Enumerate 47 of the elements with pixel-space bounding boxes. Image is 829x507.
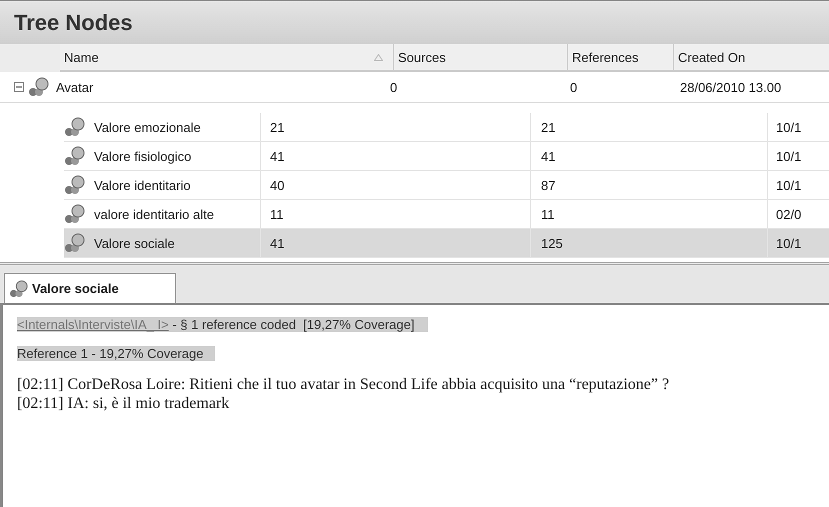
transcript-text: [02:11] IA: si, è il mio trademark bbox=[17, 394, 230, 413]
node-name: Valore identitario bbox=[86, 171, 261, 199]
table-cell: 125 bbox=[531, 229, 768, 257]
node-icon bbox=[28, 77, 50, 97]
sort-icon bbox=[374, 54, 383, 60]
node-icon bbox=[64, 146, 86, 166]
node-name: valore identitario alte bbox=[86, 200, 261, 228]
tree-row[interactable]: Valore emozionale 21 21 10/1 bbox=[64, 113, 829, 142]
table-cell: 21 bbox=[531, 113, 768, 141]
table-cell: 40 bbox=[261, 171, 531, 199]
table-cell-text: 10/1 bbox=[775, 178, 802, 192]
table-cell: 11 bbox=[261, 200, 531, 228]
collapse-icon[interactable] bbox=[14, 82, 24, 92]
table-cell: 41 bbox=[261, 229, 531, 257]
panel-title: Tree Nodes bbox=[14, 10, 133, 36]
table-cell-text: 02/0 bbox=[775, 206, 802, 222]
node-icon bbox=[64, 175, 86, 195]
node-name: Valore fisiologico bbox=[86, 142, 261, 170]
node-name: Valore sociale bbox=[86, 229, 261, 257]
table-cell: 41 bbox=[261, 142, 531, 170]
table-cell-text: 28/06/2010 13.00 bbox=[679, 80, 782, 94]
table-cell-text: 10/1 bbox=[775, 148, 802, 164]
node-icon bbox=[64, 233, 86, 253]
table-cell: 11 bbox=[531, 200, 768, 228]
node-icon bbox=[64, 204, 86, 224]
node-name: Valore emozionale bbox=[86, 113, 261, 141]
node-name[interactable]: Avatar bbox=[50, 80, 386, 94]
selected-row[interactable]: Valore sociale 41 125 10/1 bbox=[64, 229, 829, 258]
coverage-summary: - § 1 reference coded [19,27% Coverage] bbox=[168, 317, 428, 332]
node-icon bbox=[9, 280, 29, 298]
reference-heading: Reference 1 - 19,27% Coverage bbox=[17, 346, 216, 361]
tree-row[interactable]: Valore identitario 40 87 10/1 bbox=[64, 171, 829, 200]
table-cell-text: 10/1 bbox=[775, 236, 802, 250]
table-cell: 41 bbox=[531, 142, 768, 170]
column-header[interactable]: References bbox=[568, 44, 674, 70]
table-cell: 21 bbox=[261, 113, 531, 141]
detail-tab[interactable]: Valore sociale bbox=[4, 273, 176, 303]
tree-row[interactable]: Valore fisiologico 41 41 10/1 bbox=[64, 142, 829, 171]
column-header[interactable]: Created On bbox=[674, 44, 829, 70]
column-header[interactable]: Sources bbox=[394, 44, 568, 70]
table-cell: 87 bbox=[531, 171, 768, 199]
table-cell-text: 0 bbox=[569, 80, 578, 94]
table-cell-text: 10/1 bbox=[775, 120, 802, 134]
table-cell-text: 0 bbox=[389, 80, 398, 94]
column-header[interactable]: Name bbox=[60, 44, 394, 70]
node-icon bbox=[64, 117, 86, 137]
transcript-text: [02:11] CorDeRosa Loire: Ritieni che il tuo avatar in Second Life abbia acquisito una “reputazione” ? bbox=[17, 375, 670, 394]
